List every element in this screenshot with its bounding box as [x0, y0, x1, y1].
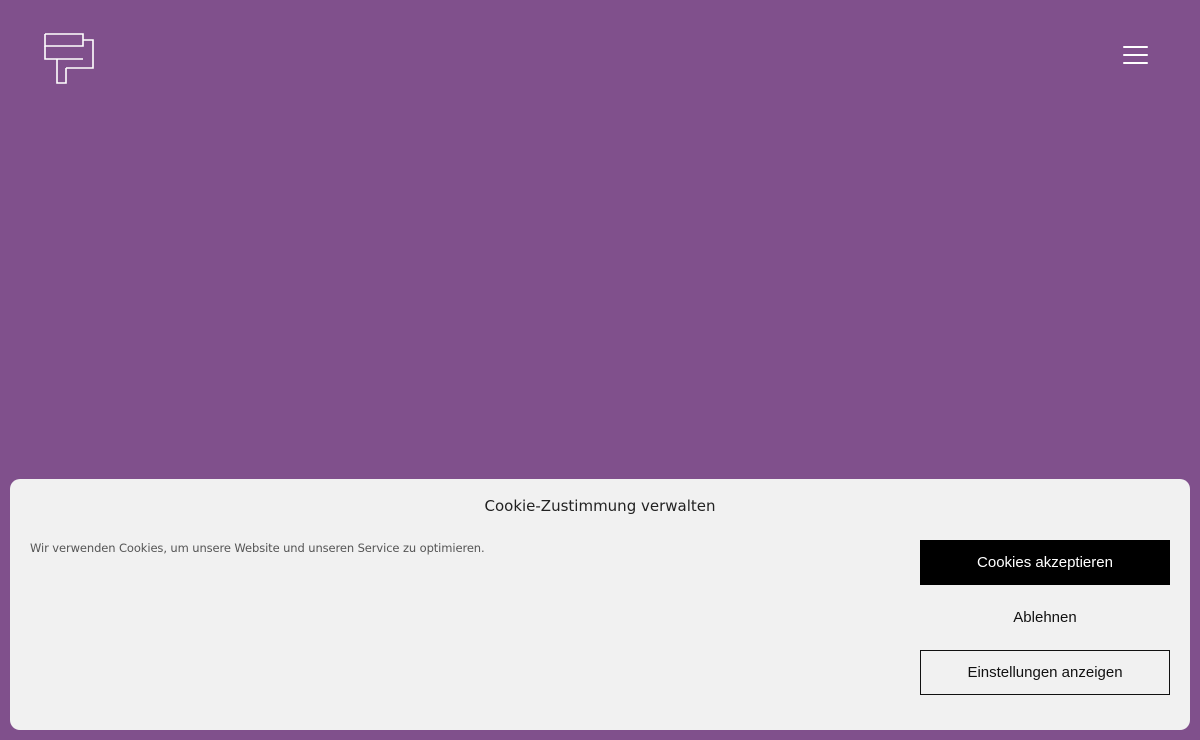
cookie-consent-banner: Cookie-Zustimmung verwalten Wir verwende… — [10, 479, 1190, 730]
menu-bar — [1123, 62, 1148, 65]
accept-cookies-button[interactable]: Cookies akzeptieren — [920, 540, 1170, 585]
menu-bar — [1123, 46, 1148, 49]
menu-bar — [1123, 54, 1148, 57]
view-preferences-button[interactable]: Einstellungen anzeigen — [920, 650, 1170, 695]
brand-logo-icon[interactable] — [44, 33, 96, 85]
cookie-banner-message: Wir verwenden Cookies, um unsere Website… — [30, 541, 485, 555]
deny-cookies-button[interactable]: Ablehnen — [920, 595, 1170, 640]
hamburger-menu-button[interactable] — [1118, 40, 1152, 70]
cookie-banner-title: Cookie-Zustimmung verwalten — [484, 497, 716, 515]
